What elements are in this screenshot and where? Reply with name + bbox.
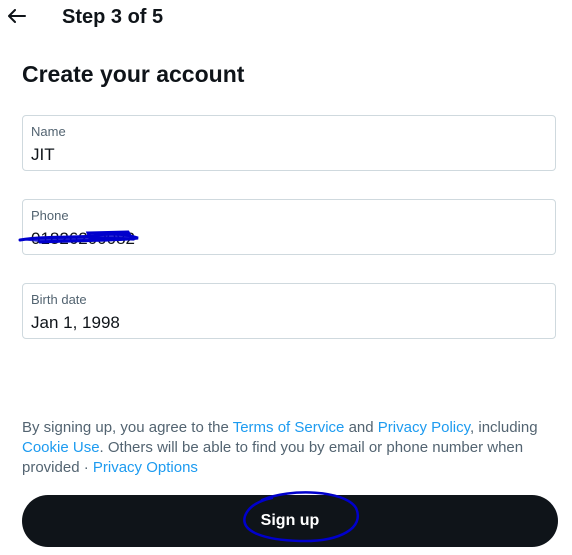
privacy-policy-link[interactable]: Privacy Policy bbox=[378, 419, 470, 436]
sign-up-label: Sign up bbox=[260, 512, 320, 529]
name-field-value: JIT bbox=[31, 145, 55, 164]
legal-text-3: , including bbox=[470, 419, 538, 436]
birth-date-field-value: Jan 1, 1998 bbox=[31, 313, 120, 332]
phone-field[interactable]: Phone 01826200082 bbox=[22, 199, 556, 255]
phone-field-label: Phone bbox=[31, 208, 69, 223]
legal-text-2: and bbox=[344, 419, 378, 436]
terms-of-service-link[interactable]: Terms of Service bbox=[233, 419, 345, 436]
privacy-options-link[interactable]: Privacy Options bbox=[93, 459, 198, 476]
name-field-label: Name bbox=[31, 124, 66, 139]
name-field[interactable]: Name JIT bbox=[22, 115, 556, 171]
legal-text-1: By signing up, you agree to the bbox=[22, 419, 233, 436]
legal-notice: By signing up, you agree to the Terms of… bbox=[22, 418, 552, 478]
arrow-left-icon bbox=[8, 9, 26, 23]
phone-field-value: 01826200082 bbox=[31, 229, 136, 248]
back-button[interactable] bbox=[6, 5, 28, 27]
step-indicator: Step 3 of 5 bbox=[62, 6, 164, 28]
sign-up-button[interactable]: Sign up bbox=[22, 495, 558, 547]
page-title: Create your account bbox=[22, 61, 245, 87]
cookie-use-link[interactable]: Cookie Use bbox=[22, 439, 100, 456]
birth-date-field[interactable]: Birth date Jan 1, 1998 bbox=[22, 283, 556, 339]
birth-date-field-label: Birth date bbox=[31, 292, 87, 307]
